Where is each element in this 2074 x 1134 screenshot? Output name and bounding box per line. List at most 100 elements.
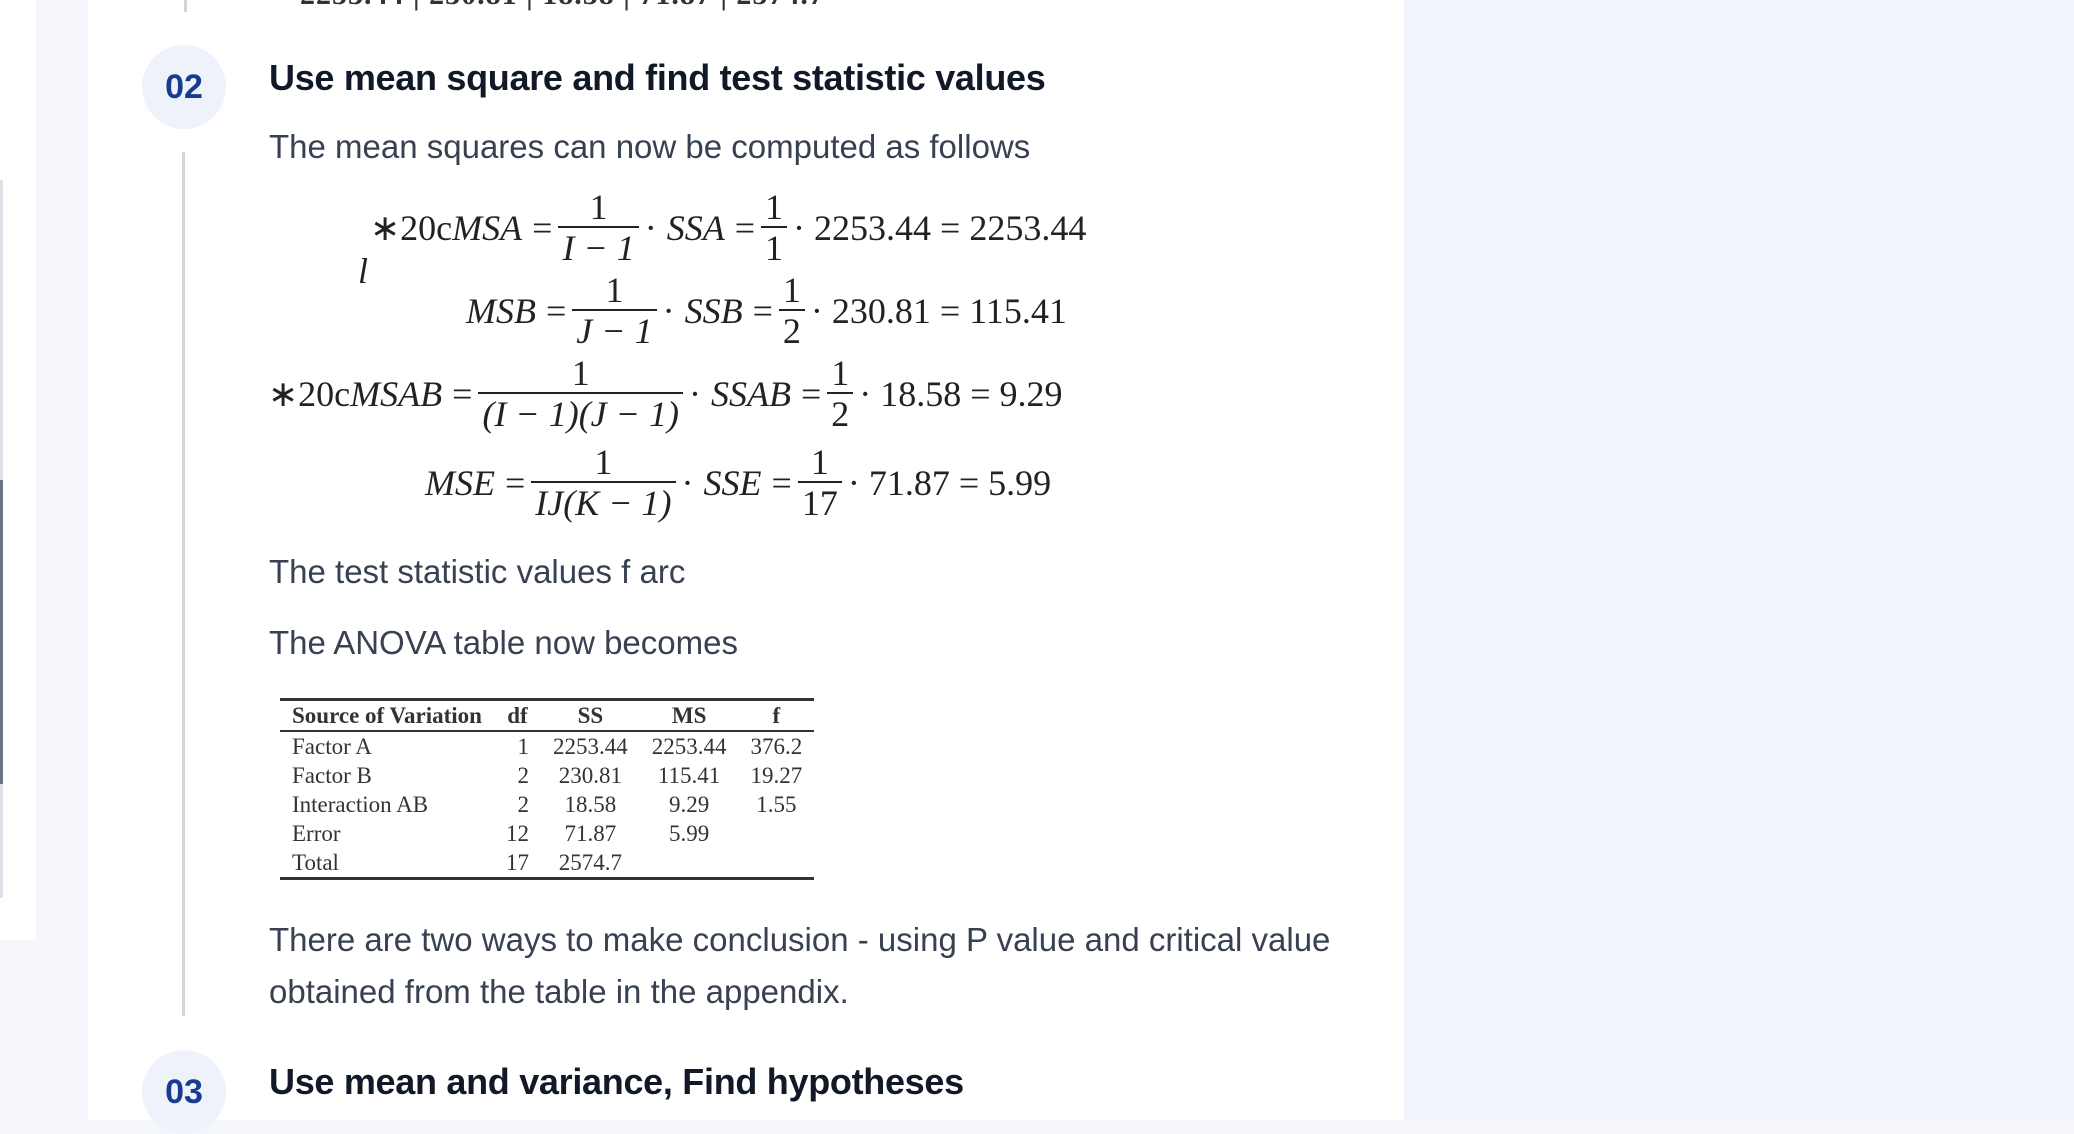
eq-prefix: ∗20c — [370, 208, 453, 248]
table-row: Factor A 1 2253.44 2253.44 376.2 — [280, 731, 814, 761]
fraction: 1 17 — [797, 442, 842, 523]
table-cell: 230.81 — [558, 763, 622, 788]
numerator: 1 — [594, 442, 613, 482]
numerator: 1 — [589, 187, 608, 227]
table-cell: 18.58 — [564, 792, 617, 817]
equation-mse: MSE = 1 IJ(K − 1) · SSE = 1 17 · 71.87 = 5.99 — [425, 443, 1051, 523]
eq-rhs: · 230.81 = 115.41 — [810, 291, 1067, 331]
step-connector-top — [184, 0, 187, 12]
step-badge-03: 03 — [142, 1050, 226, 1134]
fraction: 1 IJ(K − 1) — [531, 442, 676, 523]
denominator: 2 — [778, 309, 805, 351]
eq-sign: = — [800, 374, 822, 414]
table-cell — [738, 848, 814, 879]
eq-sign: = — [545, 291, 567, 331]
eq-prefix: ∗20c — [268, 374, 351, 414]
table-cell: 2253.44 — [552, 734, 628, 759]
table-cell: 9.29 — [668, 792, 710, 817]
fraction: 12 — [827, 353, 854, 434]
right-panel — [1404, 0, 2074, 1120]
table-cell: Factor A — [292, 734, 372, 759]
table-cell: 376.2 — [750, 734, 803, 759]
eq-ss: SSA — [666, 208, 725, 248]
table-row: Interaction AB 2 18.58 9.29 1.55 — [280, 790, 814, 819]
previous-table-cut-row: 2253.44 | 230.81 | 18.58 | 71.87 | 2574.… — [300, 0, 825, 12]
table-cell: 71.87 — [564, 821, 617, 846]
equation-msab: ∗20c MSAB = 1 (I − 1)(J − 1) · SSAB = 12 · 18… — [268, 354, 1063, 434]
fraction: 11 — [761, 187, 788, 268]
fraction: 1J − 1 — [572, 270, 657, 351]
numerator: 1 — [810, 442, 829, 482]
intro-text: The mean squares can now be computed as … — [269, 128, 1031, 165]
eq-sign: = — [734, 208, 756, 248]
eq-lhs: MSE — [425, 463, 495, 503]
table-cell: 19.27 — [750, 763, 803, 788]
step-title-03: Use mean and variance, Find hypotheses — [269, 1061, 964, 1102]
table-row: Total 17 2574.7 — [280, 848, 815, 879]
fraction: 1 (I − 1)(J − 1) — [478, 354, 683, 434]
denominator: 2 — [827, 392, 854, 434]
eq-sign: = — [771, 463, 792, 503]
denominator: IJ(K − 1) — [531, 481, 676, 523]
table-cell: 12 — [505, 821, 529, 846]
anova-table: Source of Variation df SS MS f Factor A … — [280, 698, 815, 880]
stray-symbol: l — [358, 251, 369, 291]
table-cell: 1.55 — [756, 792, 797, 817]
eq-sign: = — [504, 463, 526, 503]
col-header: f — [772, 703, 781, 728]
denominator: (I − 1)(J − 1) — [478, 392, 683, 434]
mul-dot: · — [644, 208, 657, 248]
table-cell: 2574.7 — [558, 850, 622, 875]
table-cell: Interaction AB — [292, 792, 429, 817]
eq-rhs: · 18.58 = 9.29 — [859, 374, 1063, 414]
numerator: 1 — [765, 187, 784, 227]
eq-rhs: · 2253.44 = 2253.44 — [793, 208, 1087, 248]
fraction: 1I − 1 — [558, 187, 639, 268]
step-badge-02: 02 — [142, 45, 226, 129]
table-cell — [738, 819, 814, 848]
col-header: Source of Variation — [292, 703, 482, 728]
eq-lhs: MSA — [452, 208, 523, 248]
table-cell: 2 — [517, 792, 529, 817]
col-header: MS — [671, 703, 707, 728]
mul-dot: · — [688, 374, 701, 414]
numerator: 1 — [782, 270, 801, 310]
denominator: I − 1 — [558, 226, 639, 268]
eq-sign: = — [452, 374, 473, 414]
table-cell: Factor B — [292, 763, 372, 788]
equation-msb: MSB = 1J − 1 · SSB = 12 · 230.81 = 115.41 — [466, 271, 1067, 351]
eq-ss: SSE — [703, 463, 762, 503]
left-gutter — [0, 0, 36, 940]
test-statistic-text: The test statistic values f arc — [269, 553, 686, 590]
fraction: 12 — [778, 270, 805, 351]
conclusion-text: There are two ways to make conclusion - … — [269, 921, 1331, 1010]
table-cell: 115.41 — [657, 763, 721, 788]
table-cell: 5.99 — [668, 821, 710, 846]
anova-intro-text: The ANOVA table now becomes — [269, 624, 738, 661]
eq-ss: SSAB — [710, 374, 791, 414]
denominator: 17 — [797, 481, 842, 523]
step-title-02: Use mean square and find test statistic … — [269, 57, 1046, 98]
col-header: SS — [577, 703, 604, 728]
table-row: Factor B 2 230.81 115.41 19.27 — [280, 761, 814, 790]
equation-msa: ∗20c MSA = 1I − 1 · SSA = 11 · 2253.44 = 225… — [370, 188, 1086, 268]
table-cell: 2 — [517, 763, 529, 788]
eq-lhs: MSB — [466, 291, 536, 331]
denominator: 1 — [761, 226, 788, 268]
left-scroll-thumb[interactable] — [0, 480, 3, 784]
eq-lhs: MSAB — [350, 374, 443, 414]
numerator: 1 — [605, 270, 624, 310]
eq-sign: = — [532, 208, 553, 248]
table-cell — [640, 848, 739, 879]
table-cell: Error — [292, 821, 341, 846]
table-cell: Total — [292, 850, 339, 875]
eq-ss: SSB — [684, 291, 743, 331]
mul-dot: · — [681, 463, 694, 503]
table-cell: 2253.44 — [651, 734, 727, 759]
numerator: 1 — [571, 353, 590, 393]
col-header: df — [507, 703, 528, 728]
table-row: Error 12 71.87 5.99 — [280, 819, 814, 848]
denominator: J − 1 — [572, 309, 657, 351]
numerator: 1 — [831, 353, 850, 393]
mul-dot: · — [662, 291, 675, 331]
